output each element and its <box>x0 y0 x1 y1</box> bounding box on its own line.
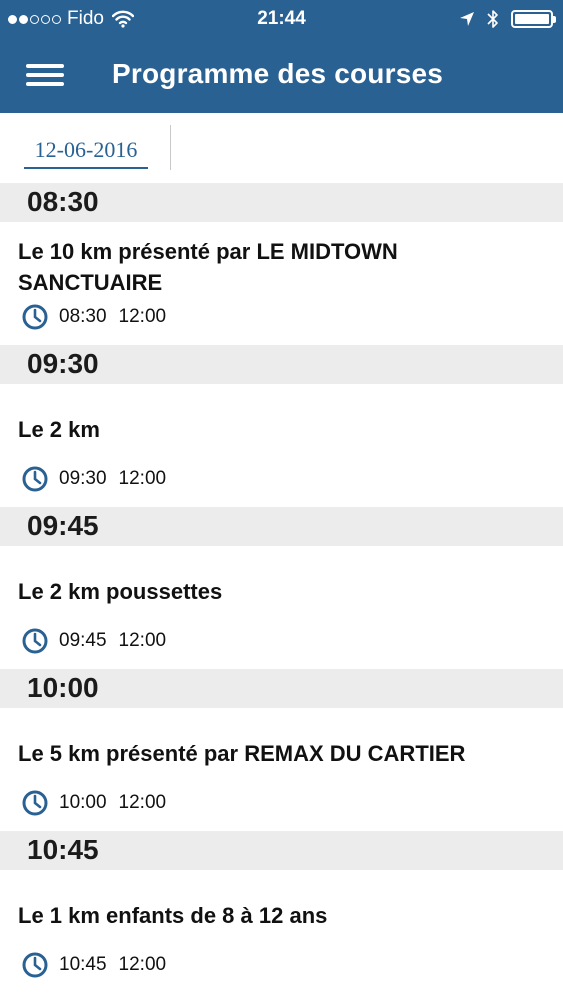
clock-icon <box>22 790 48 816</box>
section-header: 09:30 <box>0 345 563 384</box>
race-times: 10:45 12:00 <box>22 952 178 978</box>
section-header: 10:45 <box>0 831 563 870</box>
race-item[interactable]: Le 5 km présenté par REMAX DU CARTIER 10… <box>0 708 563 831</box>
status-right <box>459 9 556 29</box>
bluetooth-icon <box>487 10 498 28</box>
date-tab-underline <box>24 167 148 169</box>
section-time: 09:45 <box>27 510 99 541</box>
app-header: Fido 21:44 Programme des courses <box>0 0 563 113</box>
race-schedule-list: 08:30 Le 10 km présenté par LE MIDTOWN S… <box>0 183 563 993</box>
race-end-time: 12:00 <box>118 468 167 489</box>
race-title: Le 5 km présenté par REMAX DU CARTIER <box>18 741 466 766</box>
race-end-time: 12:00 <box>118 306 167 327</box>
clock-icon <box>22 628 48 654</box>
race-times: 09:30 12:00 <box>22 466 178 492</box>
section-header: 10:00 <box>0 669 563 708</box>
race-item[interactable]: Le 2 km 09:30 12:00 <box>0 384 563 507</box>
race-start-time: 09:30 <box>59 468 107 489</box>
clock-icon <box>22 304 48 330</box>
section-time: 09:30 <box>27 348 99 379</box>
status-bar: Fido 21:44 <box>0 0 563 38</box>
race-times: 10:00 12:00 <box>22 790 178 816</box>
race-end-time: 12:00 <box>118 954 167 975</box>
section-time: 10:00 <box>27 672 99 703</box>
race-title: Le 1 km enfants de 8 à 12 ans <box>18 903 328 928</box>
race-item[interactable]: Le 2 km poussettes 09:45 12:00 <box>0 546 563 669</box>
race-start-time: 09:45 <box>59 630 107 651</box>
section-time: 10:45 <box>27 834 99 865</box>
date-tab-selected[interactable]: 12-06-2016 <box>24 135 148 183</box>
clock-icon <box>22 466 48 492</box>
page-title: Programme des courses <box>112 58 444 89</box>
date-tabs: 12-06-2016 <box>0 113 563 183</box>
date-tab-divider <box>170 125 171 170</box>
race-times: 09:45 12:00 <box>22 628 178 654</box>
race-end-time: 12:00 <box>118 792 167 813</box>
section-time: 08:30 <box>27 186 99 217</box>
race-title: Le 2 km <box>18 417 100 442</box>
navigation-bar: Programme des courses <box>0 38 563 113</box>
race-title: Le 2 km poussettes <box>18 579 223 604</box>
battery-icon <box>511 10 556 28</box>
race-start-time: 10:45 <box>59 954 107 975</box>
section-header: 09:45 <box>0 507 563 546</box>
hamburger-menu-icon[interactable] <box>26 58 64 90</box>
race-start-time: 08:30 <box>59 306 107 327</box>
clock-icon <box>22 952 48 978</box>
race-end-time: 12:00 <box>118 630 167 651</box>
race-times: 08:30 12:00 <box>22 304 178 330</box>
race-item[interactable]: Le 10 km présenté par LE MIDTOWN SANCTUA… <box>0 222 563 345</box>
section-header: 08:30 <box>0 183 563 222</box>
date-tab-label: 12-06-2016 <box>34 137 138 162</box>
race-start-time: 10:00 <box>59 792 107 813</box>
race-title: Le 10 km présenté par LE MIDTOWN SANCTUA… <box>18 239 398 295</box>
location-arrow-icon <box>460 12 474 26</box>
race-item[interactable]: Le 1 km enfants de 8 à 12 ans 10:45 12:0… <box>0 870 563 993</box>
